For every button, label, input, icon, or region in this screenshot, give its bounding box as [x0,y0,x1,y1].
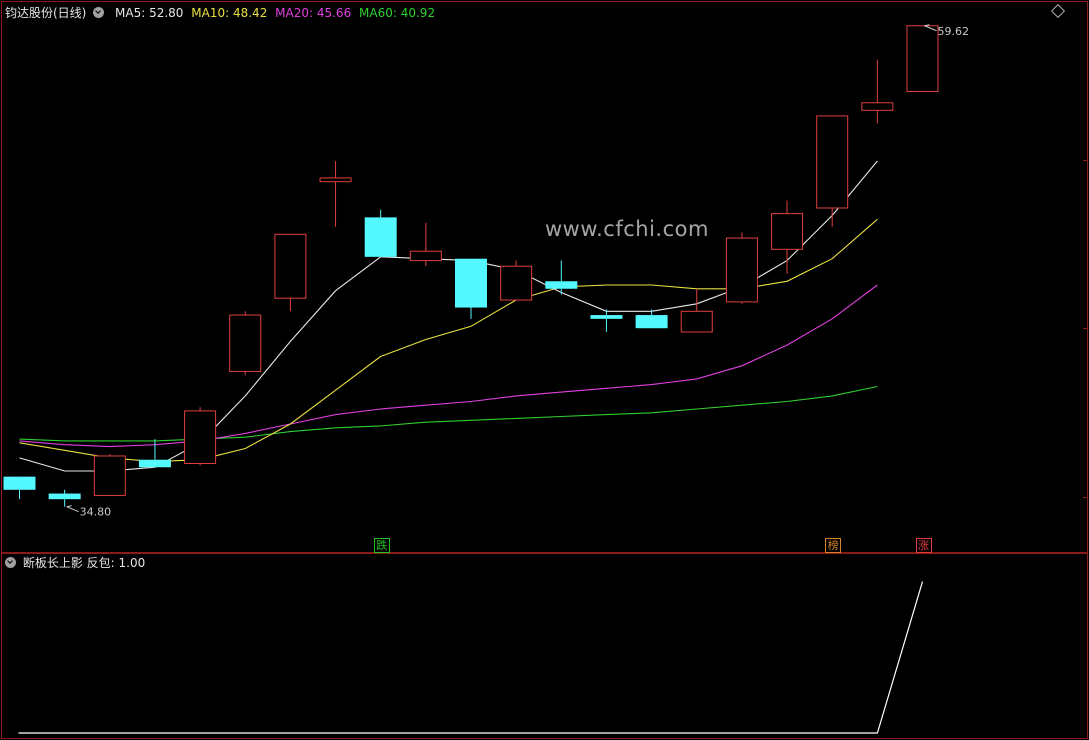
low-price-label-arrow [66,506,79,513]
low-price-label: 34.80 [80,506,112,519]
chart-canvas: 59.62 34.80 [3,24,970,734]
high-price-label: 59.62 [938,25,970,38]
candle-body-down [545,281,578,289]
indicator-line [18,581,924,734]
candle-body-up [93,455,126,496]
candle-body-down [138,459,171,468]
ma60-line [19,385,878,442]
candle-body-up [725,237,758,303]
candle-body-down [48,493,81,500]
candle-body-down [590,315,623,319]
candle-body-up [409,250,442,262]
candle-body-down [3,476,36,490]
candle-body-up [229,314,262,372]
candle-body-down [455,258,487,308]
candle-body-up [816,115,849,209]
candle-body-up [184,410,217,464]
candle-body-up [274,233,307,299]
candle-body-down [635,315,668,329]
candle-body-up [680,310,713,333]
signal-tag: 涨 [915,538,932,553]
ma5-line [19,160,878,472]
signal-tag: 跌 [373,538,390,553]
candle-body-down [364,217,397,257]
kline-chart-window: 钧达股份(日线) MA5: 52.80 MA10: 48.42 MA20: 45… [0,0,1089,740]
signal-tag: 榜 [825,538,842,553]
candle-body-up [771,213,804,250]
candle-body-up [906,25,939,93]
ma20-line [19,284,878,448]
low-price-label-arrow [66,505,72,508]
candle-body-up [319,177,352,183]
candle-body-up [500,265,533,301]
candle-body-up [861,102,894,111]
